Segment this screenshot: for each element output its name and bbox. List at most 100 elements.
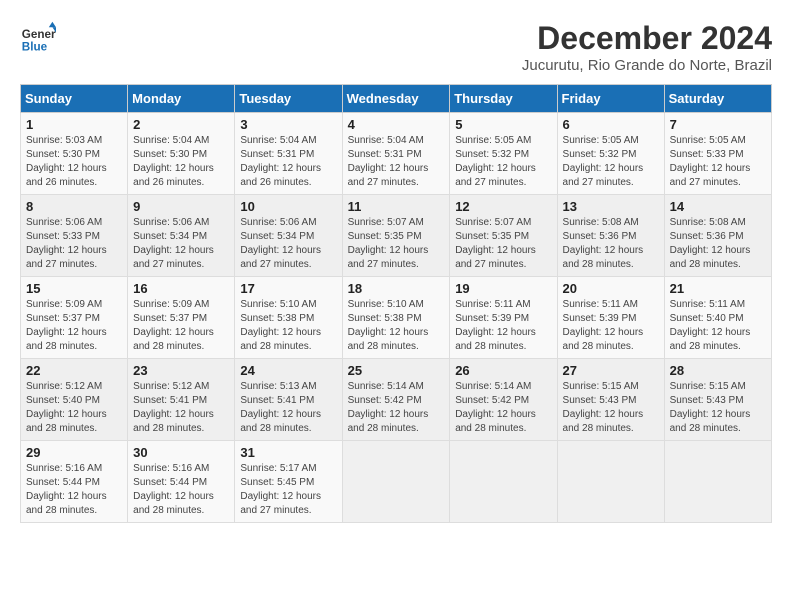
calendar-cell: 9 Sunrise: 5:06 AM Sunset: 5:34 PM Daylig… [128,195,235,277]
calendar-cell: 7Sunrise: 5:05 AM Sunset: 5:33 PM Daylig… [664,113,771,195]
calendar-cell: 15 Sunrise: 5:09 AM Sunset: 5:37 PM Dayli… [21,277,128,359]
calendar-cell: 17 Sunrise: 5:10 AM Sunset: 5:38 PM Dayli… [235,277,342,359]
calendar-cell: 11 Sunrise: 5:07 AM Sunset: 5:35 PM Dayli… [342,195,450,277]
day-number: 24 [240,363,336,378]
calendar-cell: 21 Sunrise: 5:11 AM Sunset: 5:40 PM Dayli… [664,277,771,359]
calendar-cell: 2 Sunrise: 5:04 AM Sunset: 5:30 PM Daylig… [128,113,235,195]
day-number: 8 [26,199,122,214]
weekday-header-tuesday: Tuesday [235,85,342,113]
calendar-cell: 23 Sunrise: 5:12 AM Sunset: 5:41 PM Dayli… [128,359,235,441]
day-number: 3 [240,117,336,132]
day-number: 23 [133,363,229,378]
day-number: 1 [26,117,122,132]
day-info: Sunrise: 5:08 AM Sunset: 5:36 PM Dayligh… [670,216,766,272]
calendar-cell: 30 Sunrise: 5:16 AM Sunset: 5:44 PM Dayli… [128,441,235,523]
calendar-cell [557,441,664,523]
page-title: December 2024 [522,20,772,57]
day-info: Sunrise: 5:07 AM Sunset: 5:35 PM Dayligh… [455,216,551,272]
calendar-cell [664,441,771,523]
calendar-table: SundayMondayTuesdayWednesdayThursdayFrid… [20,84,772,523]
day-info: Sunrise: 5:15 AM Sunset: 5:43 PM Dayligh… [563,380,659,436]
day-info: Sunrise: 5:15 AM Sunset: 5:43 PM Dayligh… [670,380,766,436]
day-info: Sunrise: 5:06 AM Sunset: 5:34 PM Dayligh… [240,216,336,272]
calendar-cell: 25 Sunrise: 5:14 AM Sunset: 5:42 PM Dayli… [342,359,450,441]
day-number: 12 [455,199,551,214]
calendar-cell: 4Sunrise: 5:04 AM Sunset: 5:31 PM Daylig… [342,113,450,195]
day-number: 27 [563,363,659,378]
day-number: 20 [563,281,659,296]
calendar-cell: 6 Sunrise: 5:05 AM Sunset: 5:32 PM Daylig… [557,113,664,195]
calendar-cell: 10Sunrise: 5:06 AM Sunset: 5:34 PM Dayli… [235,195,342,277]
day-number: 9 [133,199,229,214]
weekday-header-sunday: Sunday [21,85,128,113]
calendar-week-1: 1 Sunrise: 5:03 AM Sunset: 5:30 PM Daylig… [21,113,772,195]
header: General Blue December 2024 Jucurutu, Rio… [20,20,772,74]
day-info: Sunrise: 5:11 AM Sunset: 5:39 PM Dayligh… [563,298,659,354]
calendar-cell: 3 Sunrise: 5:04 AM Sunset: 5:31 PM Daylig… [235,113,342,195]
calendar-cell: 5 Sunrise: 5:05 AM Sunset: 5:32 PM Daylig… [450,113,557,195]
day-info: Sunrise: 5:16 AM Sunset: 5:44 PM Dayligh… [133,462,229,518]
day-number: 31 [240,445,336,460]
svg-text:General: General [22,28,56,41]
calendar-cell: 20 Sunrise: 5:11 AM Sunset: 5:39 PM Dayli… [557,277,664,359]
logo-icon: General Blue [20,20,56,56]
logo: General Blue [20,20,56,56]
svg-text:Blue: Blue [22,41,48,54]
day-number: 30 [133,445,229,460]
calendar-cell: 27 Sunrise: 5:15 AM Sunset: 5:43 PM Dayli… [557,359,664,441]
calendar-cell: 13 Sunrise: 5:08 AM Sunset: 5:36 PM Dayli… [557,195,664,277]
calendar-cell: 22Sunrise: 5:12 AM Sunset: 5:40 PM Dayli… [21,359,128,441]
calendar-cell: 31Sunrise: 5:17 AM Sunset: 5:45 PM Dayli… [235,441,342,523]
day-info: Sunrise: 5:04 AM Sunset: 5:30 PM Dayligh… [133,134,229,190]
day-info: Sunrise: 5:07 AM Sunset: 5:35 PM Dayligh… [348,216,445,272]
day-number: 16 [133,281,229,296]
day-number: 5 [455,117,551,132]
day-number: 11 [348,199,445,214]
day-number: 29 [26,445,122,460]
day-number: 15 [26,281,122,296]
day-info: Sunrise: 5:11 AM Sunset: 5:40 PM Dayligh… [670,298,766,354]
day-number: 28 [670,363,766,378]
day-info: Sunrise: 5:09 AM Sunset: 5:37 PM Dayligh… [133,298,229,354]
calendar-cell: 12 Sunrise: 5:07 AM Sunset: 5:35 PM Dayli… [450,195,557,277]
calendar-cell: 1 Sunrise: 5:03 AM Sunset: 5:30 PM Daylig… [21,113,128,195]
day-info: Sunrise: 5:16 AM Sunset: 5:44 PM Dayligh… [26,462,122,518]
day-number: 21 [670,281,766,296]
weekday-header-monday: Monday [128,85,235,113]
weekday-header-row: SundayMondayTuesdayWednesdayThursdayFrid… [21,85,772,113]
day-info: Sunrise: 5:06 AM Sunset: 5:33 PM Dayligh… [26,216,122,272]
day-info: Sunrise: 5:14 AM Sunset: 5:42 PM Dayligh… [348,380,445,436]
calendar-week-2: 8 Sunrise: 5:06 AM Sunset: 5:33 PM Daylig… [21,195,772,277]
calendar-cell: 29 Sunrise: 5:16 AM Sunset: 5:44 PM Dayli… [21,441,128,523]
day-info: Sunrise: 5:03 AM Sunset: 5:30 PM Dayligh… [26,134,122,190]
calendar-cell [342,441,450,523]
day-number: 18 [348,281,445,296]
calendar-cell: 28 Sunrise: 5:15 AM Sunset: 5:43 PM Dayli… [664,359,771,441]
weekday-header-wednesday: Wednesday [342,85,450,113]
day-number: 6 [563,117,659,132]
day-number: 17 [240,281,336,296]
day-info: Sunrise: 5:06 AM Sunset: 5:34 PM Dayligh… [133,216,229,272]
day-info: Sunrise: 5:09 AM Sunset: 5:37 PM Dayligh… [26,298,122,354]
weekday-header-thursday: Thursday [450,85,557,113]
day-number: 13 [563,199,659,214]
day-info: Sunrise: 5:05 AM Sunset: 5:32 PM Dayligh… [455,134,551,190]
calendar-cell: 24Sunrise: 5:13 AM Sunset: 5:41 PM Dayli… [235,359,342,441]
day-info: Sunrise: 5:10 AM Sunset: 5:38 PM Dayligh… [240,298,336,354]
day-info: Sunrise: 5:05 AM Sunset: 5:32 PM Dayligh… [563,134,659,190]
day-info: Sunrise: 5:04 AM Sunset: 5:31 PM Dayligh… [240,134,336,190]
day-number: 22 [26,363,122,378]
day-number: 2 [133,117,229,132]
weekday-header-saturday: Saturday [664,85,771,113]
day-number: 14 [670,199,766,214]
calendar-week-4: 22Sunrise: 5:12 AM Sunset: 5:40 PM Dayli… [21,359,772,441]
page-subtitle: Jucurutu, Rio Grande do Norte, Brazil [522,57,772,74]
day-number: 25 [348,363,445,378]
calendar-cell: 19Sunrise: 5:11 AM Sunset: 5:39 PM Dayli… [450,277,557,359]
day-info: Sunrise: 5:12 AM Sunset: 5:41 PM Dayligh… [133,380,229,436]
day-info: Sunrise: 5:08 AM Sunset: 5:36 PM Dayligh… [563,216,659,272]
calendar-cell: 18Sunrise: 5:10 AM Sunset: 5:38 PM Dayli… [342,277,450,359]
calendar-cell: 8 Sunrise: 5:06 AM Sunset: 5:33 PM Daylig… [21,195,128,277]
calendar-week-3: 15 Sunrise: 5:09 AM Sunset: 5:37 PM Dayli… [21,277,772,359]
day-number: 19 [455,281,551,296]
